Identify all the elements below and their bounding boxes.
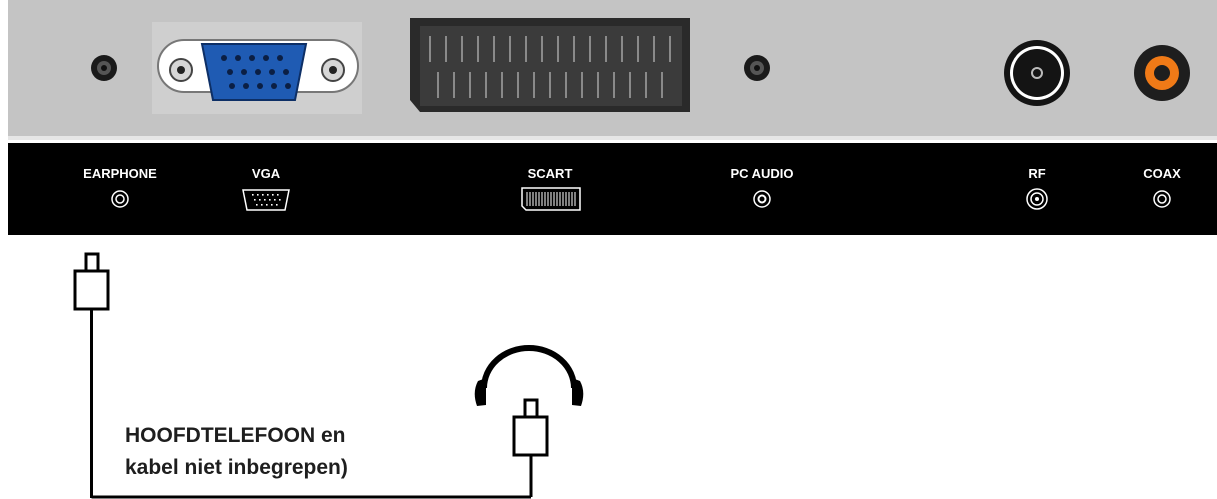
scart-label: SCART <box>528 166 573 181</box>
earphone-label: EARPHONE <box>83 166 157 181</box>
headphone-note: HOOFDTELEFOON en kabel niet inbegrepen) <box>125 420 445 484</box>
audio-jack-icon <box>744 55 770 81</box>
pc-audio-label: PC AUDIO <box>730 166 793 181</box>
headphone-plug-icon <box>512 398 549 457</box>
caption-line-2: kabel niet inbegrepen) <box>125 456 348 479</box>
plug-icon <box>73 252 110 311</box>
scart-connector-icon <box>410 18 690 112</box>
headphones-icon <box>474 345 584 406</box>
vga-connector-icon <box>152 22 362 114</box>
rf-label: RF <box>1028 166 1045 181</box>
coax-label: COAX <box>1143 166 1181 181</box>
coax-connector-icon <box>1134 45 1190 101</box>
vga-label: VGA <box>252 166 281 181</box>
earphone-jack-icon <box>91 55 117 81</box>
rf-connector-icon <box>1004 40 1070 106</box>
caption-line-1: HOOFDTELEFOON en <box>125 424 346 447</box>
